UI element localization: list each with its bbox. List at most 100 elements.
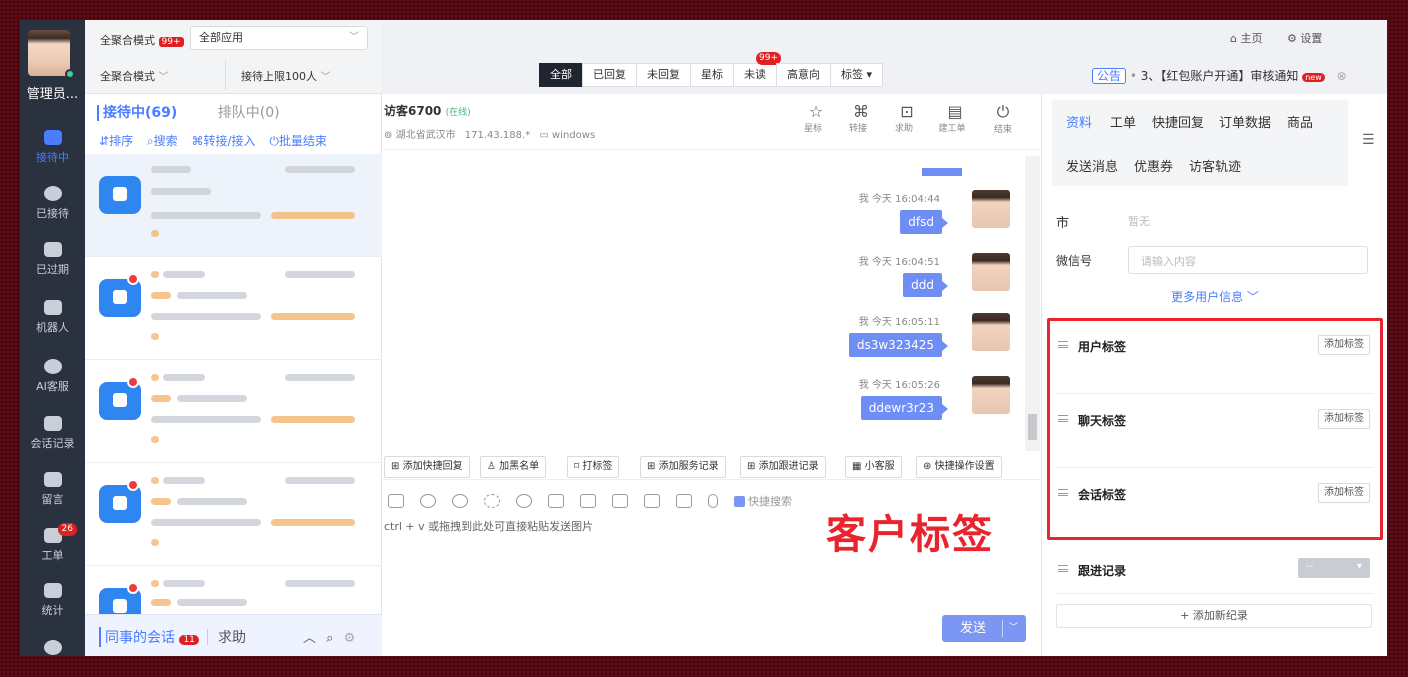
search-icon[interactable]: ⌕ [326,631,333,646]
nav-item-stats[interactable]: 统计 [20,583,85,639]
filter-tab-tags[interactable]: 标签 ▾ [830,63,884,87]
limit-select[interactable]: 接待上限100人 ﹀ [241,68,331,84]
microphone-icon[interactable] [708,494,718,508]
gear-icon[interactable]: ⚙ [344,631,356,646]
message-meta: 我 今天 16:05:26 [859,376,940,391]
document-icon[interactable] [612,494,628,508]
chevron-down-icon[interactable]: ﹀ [1009,615,1018,642]
filter-tab-unread[interactable]: 未读 99+ [733,52,781,87]
search-button[interactable]: ⌕搜索 [147,134,178,148]
tab-serving[interactable]: 接待中(69) [97,105,178,121]
blacklist-button[interactable]: ♙ 加黑名单 [480,456,547,478]
add-quick-reply-button[interactable]: ⊞ 添加快捷回复 [384,456,470,478]
message-bubble[interactable]: dfsd [900,210,948,234]
drag-handle-icon[interactable] [1058,341,1068,348]
session-item[interactable] [85,463,382,566]
tab-help[interactable]: 求助 [218,627,246,647]
message-input[interactable]: ctrl + v 或拖拽到此处可直接粘贴发送图片 [384,518,593,534]
filter-tab-high-intent[interactable]: 高意向 [776,63,831,87]
quick-settings-button[interactable]: ⊛ 快捷操作设置 [916,456,1002,478]
home-link[interactable]: ⌂ 主页 [1230,30,1262,46]
end-button[interactable]: ⏻ 结束 [993,102,1013,135]
checkbox-checked-icon[interactable] [734,495,745,507]
quick-search-toggle[interactable]: 快捷搜索 [734,493,792,509]
tab-order-data[interactable]: 订单数据 [1219,112,1271,131]
session-item[interactable] [85,360,382,463]
more-user-info-link[interactable]: 更多用户信息 ﹀ [1042,288,1387,305]
admin-name[interactable]: 管理员... [20,83,85,102]
message-bubble[interactable]: ddewr3r23 [860,396,949,420]
nav-item-serving[interactable]: 接待中 [20,130,85,186]
settings-link[interactable]: ⚙ 设置 [1287,30,1322,46]
message-bubble[interactable]: ds3w323425 [848,333,949,357]
help-button[interactable]: ⊡ 求助 [895,102,917,134]
tab-queue[interactable]: 排队中(0) [218,105,280,121]
visitor-status: (在线) [445,108,471,118]
nav-item-more[interactable] [20,640,85,656]
upload-icon[interactable] [548,494,564,508]
transfer-button[interactable]: ⌘ 转接 [849,102,871,134]
tab-tickets[interactable]: 工单 [1110,112,1136,131]
batch-end-button[interactable]: ⏻批量结束 [269,134,327,148]
add-followup-record-button[interactable]: ⊞ 添加跟进记录 [740,456,826,478]
chart-icon[interactable] [388,494,404,508]
inbox-icon[interactable] [580,494,596,508]
tab-profile[interactable]: 资料 [1066,112,1092,131]
notice-bar[interactable]: 公告 • 3、【红包账户开通】审核通知 new ⊗ [1092,67,1347,84]
filter-tab-all[interactable]: 全部 [539,63,583,87]
send-button[interactable]: 发送 ﹀ [942,615,1026,642]
scissors-icon[interactable] [484,494,500,508]
nav-item-tickets[interactable]: 工单 26 [20,523,85,584]
tag-button[interactable]: ⌑ 打标签 [567,456,620,478]
user-block-icon: ♙ [487,461,496,472]
drag-handle-icon[interactable] [1058,415,1068,422]
filter-tab-replied[interactable]: 已回复 [582,63,637,87]
message-bubble[interactable]: ddd [903,273,948,297]
filter-settings-icon[interactable]: ☰ [1362,132,1375,148]
transfer-icon: ⌘ [191,134,204,148]
transfer-button[interactable]: ⌘转接/接入 [191,134,255,148]
add-record-button[interactable]: + 添加新纪录 [1056,604,1372,628]
nav-item-served[interactable]: 已接待 [20,186,85,242]
followup-select[interactable]: -- ▾ [1298,558,1370,578]
mini-service-button[interactable]: ▦ 小客服 [845,456,902,478]
create-ticket-button[interactable]: ▤ 建工单 [938,102,966,134]
clock-icon[interactable] [420,494,436,508]
app-select[interactable]: 全部应用 ﹀ [190,26,368,50]
nav-item-expired[interactable]: 已过期 [20,242,85,298]
emoji-icon[interactable] [452,494,468,508]
tab-colleague-sessions[interactable]: 同事的会话 11 [99,627,199,647]
tab-products[interactable]: 商品 [1287,112,1313,131]
nav-item-messages[interactable]: 留言 [20,472,85,528]
admin-avatar[interactable] [28,30,75,79]
chat-scrollbar[interactable] [1025,156,1040,451]
add-chat-tag-button[interactable]: 添加标签 [1318,409,1370,429]
wechat-input[interactable]: 请输入内容 [1128,246,1368,274]
tab-send-message[interactable]: 发送消息 [1066,156,1118,175]
video-icon[interactable] [644,494,660,508]
tab-quick-reply[interactable]: 快捷回复 [1152,112,1204,131]
star-button[interactable]: ☆ 星标 [804,102,826,134]
nav-item-records[interactable]: 会话记录 [20,416,85,472]
add-service-record-button[interactable]: ⊞ 添加服务记录 [640,456,726,478]
drag-handle-icon[interactable] [1058,489,1068,496]
mode-label-text: 全聚合模式 [100,34,155,47]
mode-select[interactable]: 全聚合模式 ﹀ [100,68,169,84]
chevron-up-icon[interactable]: ︿ [303,631,316,646]
session-item[interactable] [85,154,382,257]
filter-tab-starred[interactable]: 星标 [690,63,734,87]
sticker-icon[interactable] [516,494,532,508]
tab-visitor-trail[interactable]: 访客轨迹 [1189,156,1241,175]
nav-item-ai[interactable]: AI客服 [20,359,85,415]
add-session-tag-button[interactable]: 添加标签 [1318,483,1370,503]
filter-tab-unreplied[interactable]: 未回复 [636,63,691,87]
scrollbar-thumb[interactable] [1028,414,1037,440]
tab-coupons[interactable]: 优惠券 [1134,156,1173,175]
session-item[interactable] [85,257,382,360]
drag-handle-icon[interactable] [1058,565,1068,572]
nav-item-robot[interactable]: 机器人 [20,300,85,356]
add-user-tag-button[interactable]: 添加标签 [1318,335,1370,355]
box-icon[interactable] [676,494,692,508]
sort-button[interactable]: ⇵排序 [99,134,133,148]
close-icon[interactable]: ⊗ [1337,69,1347,83]
